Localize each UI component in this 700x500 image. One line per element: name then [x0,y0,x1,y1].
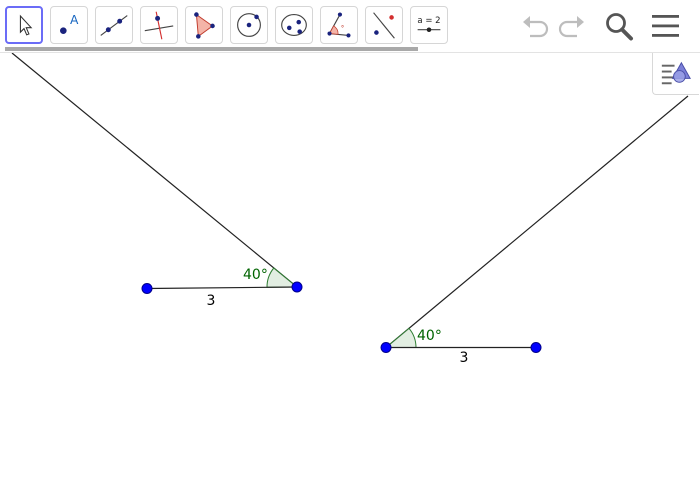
svg-text:°: ° [341,25,344,33]
menu-icon [652,15,679,37]
left-ray[interactable] [11,52,298,288]
point-tool-button[interactable]: A [50,6,88,44]
main-menu-button[interactable] [649,10,683,42]
line-icon [100,15,128,36]
angle-icon: ° [327,12,351,38]
reflect-tool-button[interactable] [365,6,403,44]
perpendicular-line-icon [144,11,174,40]
left-segment[interactable] [146,286,298,290]
polygon-tool-button[interactable] [185,6,223,44]
search-button[interactable] [602,10,636,42]
svg-text:A: A [70,13,79,27]
ellipse-icon [281,14,307,36]
move-cursor-icon [19,14,33,36]
undo-button[interactable] [518,10,552,42]
angle-tool-button[interactable]: ° [320,6,358,44]
right-segment-label: 3 [460,350,469,366]
left-point-a[interactable] [141,283,153,294]
point-icon: A [60,13,79,34]
reflect-icon [373,12,395,39]
redo-icon [558,16,584,38]
graphics-view[interactable]: 3 40° 3 40° [0,0,700,500]
left-point-b[interactable] [291,281,303,293]
slider-tool-button[interactable]: a = 2 [410,6,448,44]
right-point-b[interactable] [530,342,542,353]
left-angle-label: 40° [243,267,268,283]
circle-icon [237,13,261,37]
svg-text:a = 2: a = 2 [417,16,440,26]
move-tool-button[interactable] [5,6,43,44]
loading-progress-bar [5,47,418,51]
line-tool-button[interactable] [95,6,133,44]
search-icon [606,13,633,41]
undo-icon [523,16,549,38]
right-ray[interactable] [385,95,689,348]
style-bar-toggle-button[interactable] [652,53,699,95]
right-angle-label: 40° [417,328,442,344]
slider-icon: a = 2 [417,16,441,33]
toolbar-divider [0,52,700,53]
ellipse-tool-button[interactable] [275,6,313,44]
style-bar-icon [661,61,691,85]
polygon-icon [194,12,215,39]
circle-tool-button[interactable] [230,6,268,44]
toolbar: A ° a = 2 [0,0,700,52]
left-segment-label: 3 [207,293,216,309]
redo-button[interactable] [555,10,589,42]
perpendicular-line-tool-button[interactable] [140,6,178,44]
right-point-a[interactable] [380,342,392,353]
